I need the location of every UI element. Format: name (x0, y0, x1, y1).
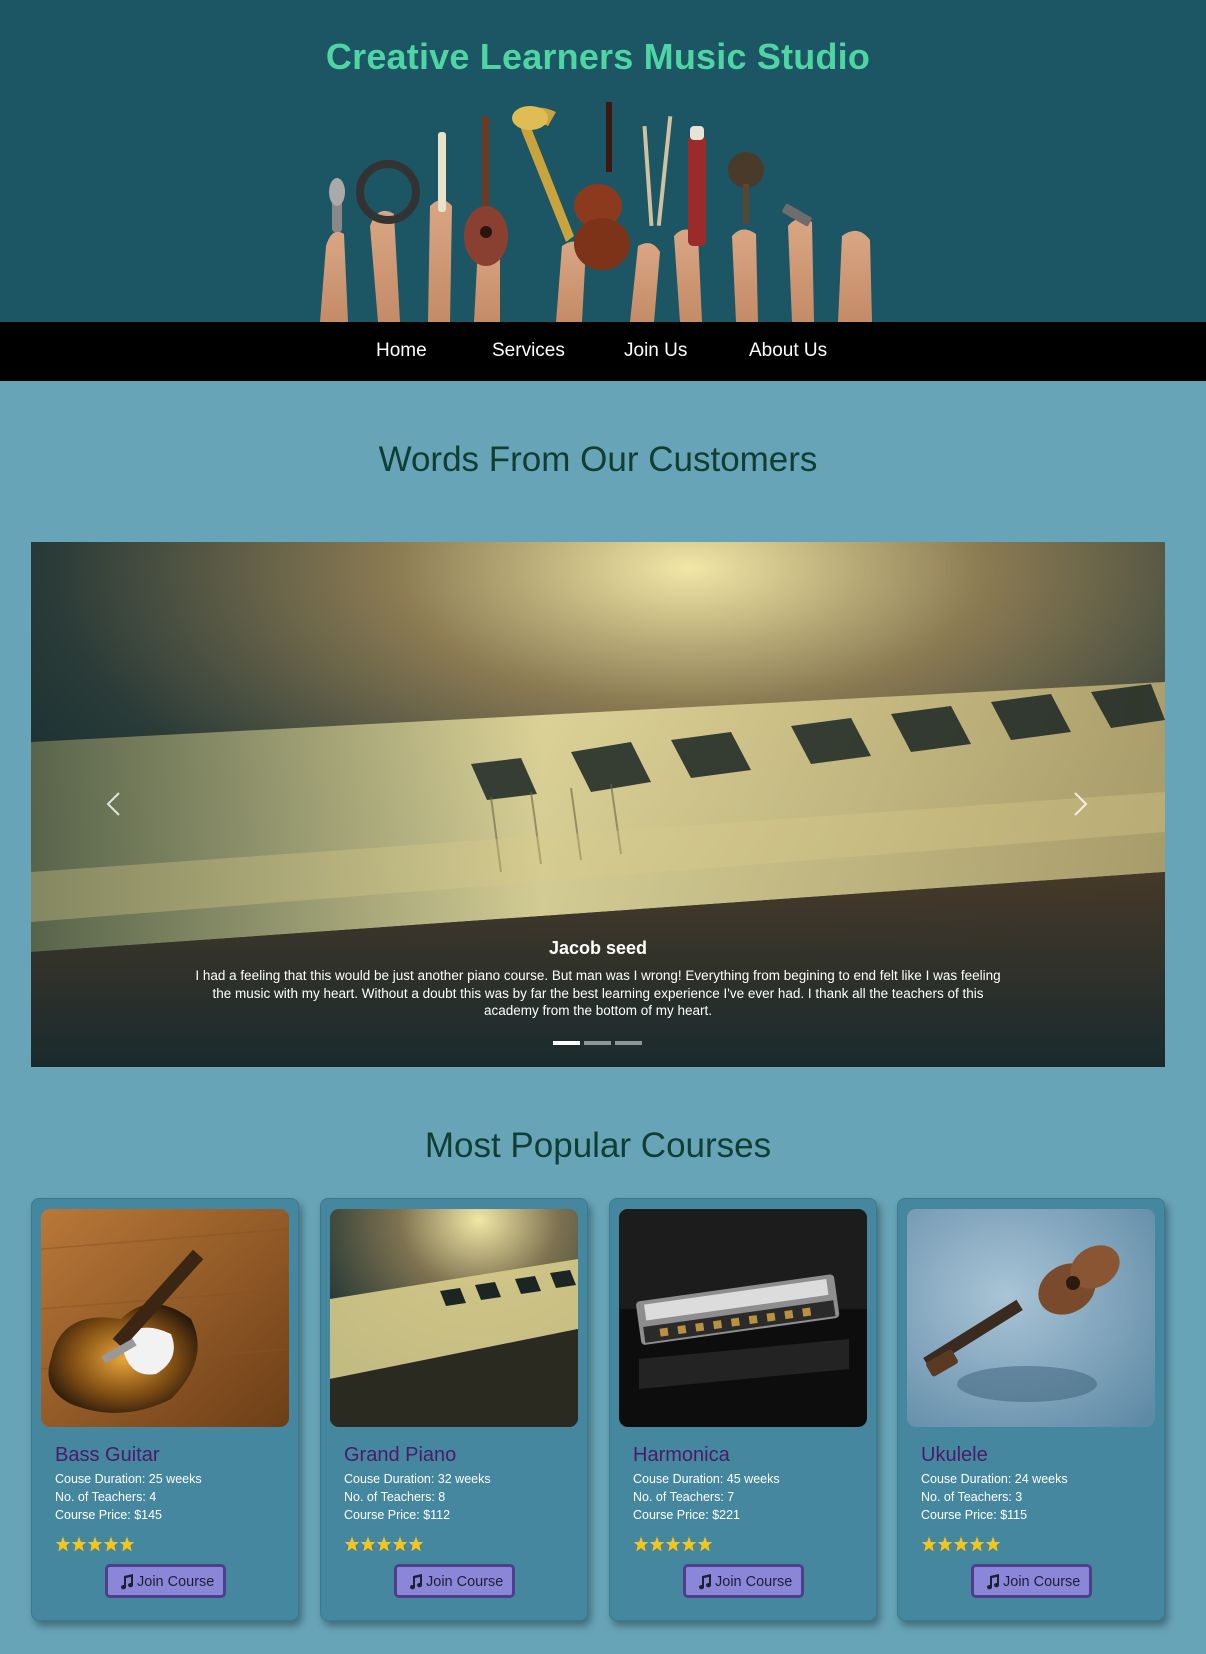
course-card: Harmonica Couse Duration: 45 weeks No. o… (609, 1198, 877, 1621)
course-price: Course Price: $115 (921, 1508, 1028, 1522)
music-note-icon (410, 1574, 423, 1590)
join-course-button[interactable]: Join Course (394, 1564, 515, 1598)
star-icon (681, 1536, 697, 1552)
join-course-label: Join Course (1003, 1574, 1081, 1590)
star-icon (408, 1536, 424, 1552)
join-course-label: Join Course (715, 1574, 793, 1590)
course-title: Grand Piano (344, 1444, 457, 1466)
star-icon (55, 1536, 71, 1552)
testimonials-heading: Words From Our Customers (378, 440, 818, 479)
testimonial-author: Jacob seed (548, 938, 648, 958)
course-duration: Couse Duration: 24 weeks (921, 1472, 1068, 1486)
carousel-indicator-3[interactable] (615, 1041, 642, 1045)
star-icon (985, 1536, 1001, 1552)
course-title: Harmonica (633, 1444, 730, 1466)
star-icon (921, 1536, 937, 1552)
star-icon (87, 1536, 103, 1552)
carousel-indicator-1[interactable] (553, 1041, 580, 1045)
course-teachers: No. of Teachers: 8 (344, 1490, 446, 1504)
join-course-button[interactable]: Join Course (971, 1564, 1092, 1598)
star-icon (953, 1536, 969, 1552)
course-card: Bass Guitar Couse Duration: 25 weeks No.… (31, 1198, 299, 1621)
star-icon (937, 1536, 953, 1552)
carousel-prev-button[interactable] (99, 789, 129, 819)
course-title: Ukulele (921, 1444, 988, 1466)
music-note-icon (699, 1574, 712, 1590)
carousel-indicator-2[interactable] (584, 1041, 611, 1045)
music-note-icon (987, 1574, 1000, 1590)
course-teachers: No. of Teachers: 4 (55, 1490, 157, 1504)
star-icon (360, 1536, 376, 1552)
star-icon (103, 1536, 119, 1552)
hero-instruments-illustration (320, 102, 872, 322)
join-course-button[interactable]: Join Course (683, 1564, 804, 1598)
course-title: Bass Guitar (55, 1444, 160, 1466)
nav-item-home[interactable]: Home (376, 340, 427, 362)
nav-item-join-us[interactable]: Join Us (624, 340, 687, 362)
course-duration: Couse Duration: 32 weeks (344, 1472, 491, 1486)
star-icon (376, 1536, 392, 1552)
testimonial-text: I had a feeling that this would be just … (195, 968, 1001, 1018)
star-icon (697, 1536, 713, 1552)
course-teachers: No. of Teachers: 3 (921, 1490, 1023, 1504)
star-icon (344, 1536, 360, 1552)
star-icon (119, 1536, 135, 1552)
star-icon (665, 1536, 681, 1552)
course-teachers: No. of Teachers: 7 (633, 1490, 735, 1504)
star-icon (392, 1536, 408, 1552)
course-card: Grand Piano Couse Duration: 32 weeks No.… (320, 1198, 588, 1621)
site-title: Creative Learners Music Studio (325, 36, 871, 77)
star-icon (633, 1536, 649, 1552)
join-course-label: Join Course (426, 1574, 504, 1590)
music-note-icon (121, 1574, 134, 1590)
nav-item-services[interactable]: Services (492, 340, 565, 362)
site-header: Creative Learners Music Studio (0, 0, 1206, 322)
join-course-button[interactable]: Join Course (105, 1564, 226, 1598)
grand-piano-image (330, 1209, 578, 1427)
star-icon (71, 1536, 87, 1552)
course-price: Course Price: $221 (633, 1508, 741, 1522)
course-duration: Couse Duration: 45 weeks (633, 1472, 780, 1486)
join-course-label: Join Course (137, 1574, 215, 1590)
course-duration: Couse Duration: 25 weeks (55, 1472, 202, 1486)
course-price: Course Price: $145 (55, 1508, 163, 1522)
harmonica-image (619, 1209, 867, 1427)
course-card: Ukulele Couse Duration: 24 weeks No. of … (897, 1198, 1165, 1621)
courses-heading: Most Popular Courses (424, 1126, 772, 1165)
carousel-next-button[interactable] (1065, 789, 1095, 819)
main-nav: Home Services Join Us About Us (0, 322, 1206, 381)
ukulele-image (907, 1209, 1155, 1427)
nav-item-about-us[interactable]: About Us (749, 340, 827, 362)
course-price: Course Price: $112 (344, 1508, 451, 1522)
star-icon (649, 1536, 665, 1552)
bass-guitar-image (41, 1209, 289, 1427)
star-icon (969, 1536, 985, 1552)
testimonial-carousel: Jacob seed I had a feeling that this wou… (31, 542, 1165, 1067)
